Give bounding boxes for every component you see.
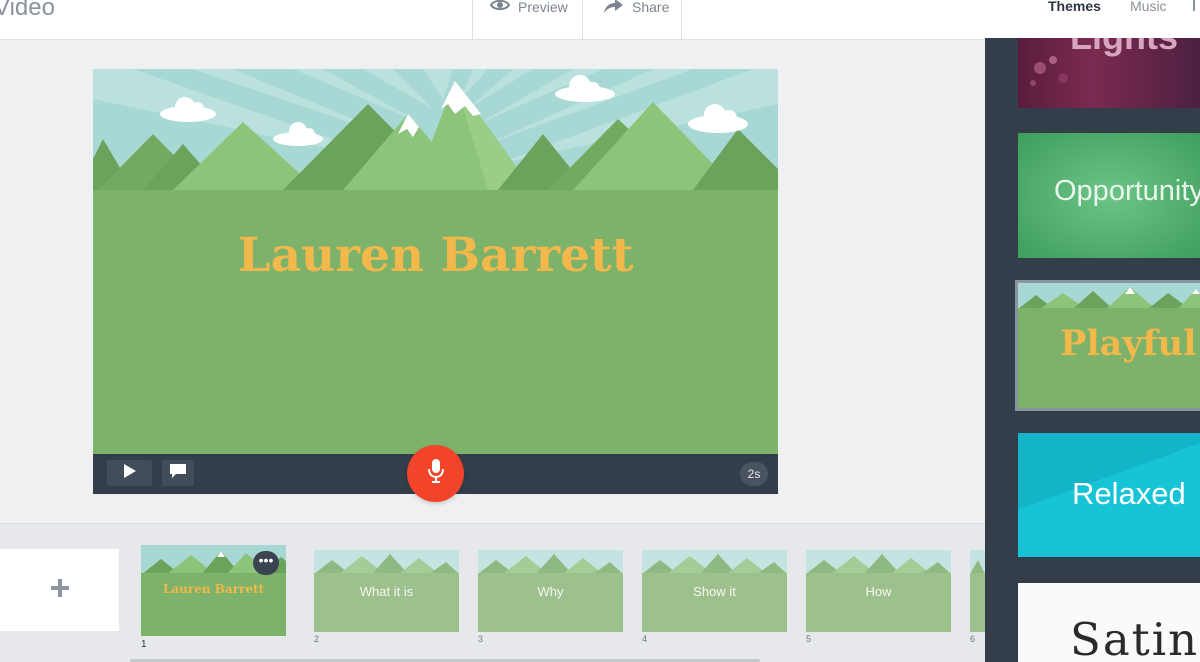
thumbnail-mountains (1018, 283, 1200, 318)
tab-overflow[interactable] (1193, 0, 1200, 12)
slide-thumbnail-label: Why (537, 584, 564, 599)
theme-card-lights[interactable]: Lights (1018, 38, 1200, 108)
thumbnail-mountains (314, 550, 459, 580)
slide-thumbnail-label: Show it (693, 584, 736, 599)
theme-card-opportunity[interactable]: Opportunity (1018, 133, 1200, 258)
slide-thumbnail-1[interactable]: Lauren Barrett ••• (141, 545, 286, 636)
theme-name: Relaxed (1072, 476, 1186, 511)
microphone-icon (427, 458, 445, 489)
thumbnail-mountains (970, 550, 985, 580)
theme-card-relaxed[interactable]: Relaxed (1018, 433, 1200, 557)
theme-name: Lights (1070, 38, 1178, 58)
slide-number: 5 (806, 634, 812, 644)
top-bar: Video Preview Share Themes Music (0, 0, 1200, 40)
slide-title[interactable]: Lauren Barrett (93, 228, 778, 283)
slide-thumbnail-3[interactable]: Why (478, 550, 623, 632)
slide-thumbnail-6[interactable] (970, 550, 985, 632)
preview-button[interactable]: Preview (472, 0, 582, 40)
play-button[interactable] (107, 460, 152, 486)
theme-card-playful[interactable]: Playful (1015, 280, 1200, 411)
slide-options-button[interactable]: ••• (253, 551, 279, 575)
slide-thumbnail-label: Lauren Barrett (162, 582, 265, 596)
theme-name: Opportunity (1054, 175, 1200, 207)
slide-thumbnail-4[interactable]: Show it (642, 550, 787, 632)
slide-number: 4 (642, 634, 648, 644)
slide-number: 3 (478, 634, 484, 644)
app-title: Video (0, 0, 55, 21)
slide-number: 1 (141, 639, 147, 650)
share-label: Share (632, 0, 670, 15)
theme-card-satin[interactable]: Satin (1018, 583, 1200, 662)
slide-number: 6 (970, 634, 976, 644)
slide-thumbnail-2[interactable]: What it is (314, 550, 459, 632)
slide-number: 2 (314, 634, 320, 644)
slide-thumbnail-label: How (865, 584, 892, 599)
preview-label: Preview (518, 0, 568, 15)
plus-icon (50, 578, 70, 603)
eye-icon (489, 0, 511, 15)
comment-button[interactable] (162, 460, 194, 486)
record-voice-button[interactable] (407, 445, 464, 502)
thumbnail-mountains (642, 550, 787, 580)
duration-badge[interactable]: 2s (740, 462, 768, 486)
theme-name: Satin (1070, 613, 1200, 662)
share-arrow-icon (602, 0, 624, 17)
ellipsis-icon: ••• (258, 552, 274, 568)
share-button[interactable]: Share (582, 0, 682, 40)
tab-music[interactable]: Music (1130, 0, 1167, 14)
play-icon (123, 463, 137, 484)
theme-panel: Lights Opportunity Playful Relaxed Satin (985, 38, 1200, 662)
slide-thumbnail-5[interactable]: How (806, 550, 951, 632)
thumbnail-mountains (478, 550, 623, 580)
speech-bubble-icon (169, 463, 187, 484)
thumbnail-mountains (806, 550, 951, 580)
slide-filmstrip: Lauren Barrett ••• 1 What it is 2 Why 3 … (0, 523, 985, 662)
slide-thumbnail-label: What it is (359, 584, 414, 599)
slide-stage[interactable]: Lauren Barrett (93, 69, 778, 454)
tab-themes[interactable]: Themes (1048, 0, 1101, 14)
add-slide-button[interactable] (0, 549, 119, 631)
theme-name: Playful (1060, 323, 1197, 364)
